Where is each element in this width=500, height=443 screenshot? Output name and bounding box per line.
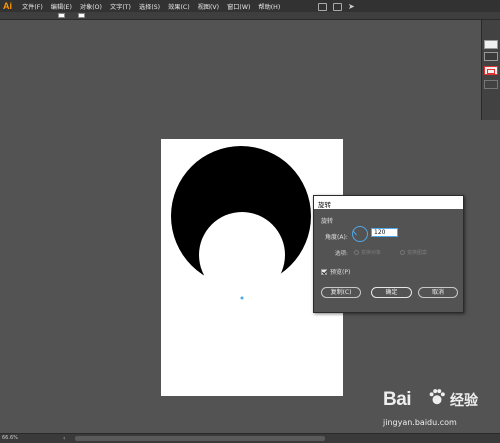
dialog-title[interactable]: 旋转 — [314, 196, 463, 209]
scroll-left-icon[interactable]: ‹ — [63, 435, 65, 442]
menu-bar: Ai 文件(F) 编辑(E) 对象(O) 文字(T) 选择(S) 效果(C) 视… — [0, 0, 500, 12]
copy-button[interactable]: 复制(C) — [321, 287, 361, 298]
menu-type[interactable]: 文字(T) — [106, 2, 135, 11]
rotate-dialog: 旋转 旋转 角度(A): 选项: 变换对象 变换图案 预览(P) 复制(C) 确… — [313, 195, 464, 313]
panel-sound-icon[interactable] — [484, 80, 498, 89]
rotation-origin-point[interactable] — [240, 296, 244, 300]
menu-edit[interactable]: 编辑(E) — [47, 2, 76, 11]
panel-artboards-icon[interactable] — [484, 66, 498, 75]
baidu-jingyan-watermark: Bai 经验 jingyan.baidu.com — [383, 385, 493, 433]
transform-patterns-label: 变换图案 — [407, 250, 428, 256]
options-label: 选项: — [335, 251, 348, 257]
small-white-circle[interactable] — [199, 212, 285, 298]
transform-patterns-checkbox[interactable] — [400, 250, 405, 255]
workspace-switcher-icon[interactable] — [318, 2, 327, 11]
angle-label: 角度(A): — [325, 234, 348, 241]
ok-button[interactable]: 确定 — [371, 287, 412, 298]
preview-label: 预览(P) — [330, 269, 351, 276]
stroke-swatch[interactable] — [78, 13, 85, 18]
horizontal-scrollbar[interactable] — [75, 436, 325, 441]
menu-help[interactable]: 帮助(H) — [254, 2, 284, 11]
zoom-level[interactable]: 66.6% — [2, 435, 18, 441]
panel-layers-icon[interactable] — [484, 52, 498, 61]
angle-dial-icon[interactable] — [352, 226, 368, 242]
watermark-brand-cn: 经验 — [450, 393, 478, 409]
send-icon[interactable]: ➤ — [348, 2, 355, 11]
menu-effect[interactable]: 效果(C) — [164, 2, 194, 11]
menu-object[interactable]: 对象(O) — [76, 2, 106, 11]
app-logo: Ai — [3, 1, 12, 11]
panel-swatch-icon[interactable] — [484, 40, 498, 49]
transform-objects-option[interactable]: 变换对象 — [354, 249, 381, 256]
right-panel-strip — [481, 20, 500, 120]
transform-objects-label: 变换对象 — [361, 250, 382, 256]
transform-patterns-option[interactable]: 变换图案 — [400, 249, 427, 256]
preview-checkbox[interactable] — [321, 268, 327, 275]
rotate-section-label: 旋转 — [321, 218, 334, 225]
cancel-button[interactable]: 取消 — [418, 287, 458, 298]
angle-input[interactable] — [371, 228, 398, 237]
arrange-documents-icon[interactable] — [333, 2, 342, 11]
watermark-url: jingyan.baidu.com — [383, 418, 457, 427]
fill-swatch[interactable] — [58, 13, 65, 18]
menu-window[interactable]: 窗口(W) — [223, 2, 254, 11]
transform-objects-checkbox[interactable] — [354, 250, 359, 255]
control-bar — [0, 12, 500, 20]
paw-icon — [429, 389, 445, 405]
menu-view[interactable]: 视图(V) — [194, 2, 223, 11]
menubar-tools: ➤ — [318, 2, 355, 11]
menu-select[interactable]: 选择(S) — [135, 2, 164, 11]
preview-option[interactable]: 预览(P) — [321, 267, 350, 276]
menu-file[interactable]: 文件(F) — [18, 2, 47, 11]
watermark-brand: Bai — [383, 389, 412, 410]
status-bar: 66.6% ‹ — [0, 433, 500, 443]
